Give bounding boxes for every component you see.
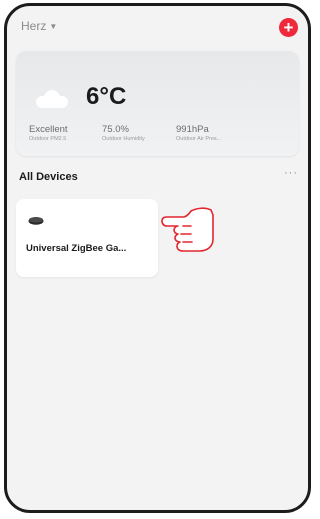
- temperature: 6°C: [86, 83, 127, 110]
- top-bar: Herz ▼ +: [7, 6, 308, 46]
- add-device-button[interactable]: +: [279, 18, 298, 37]
- device-card[interactable]: Universal ZigBee Ga...: [16, 199, 158, 277]
- home-selector[interactable]: Herz ▼: [21, 19, 57, 33]
- stat-value: Excellent: [29, 124, 68, 135]
- stat-air-pressure: 991hPa Outdoor Air Pres...: [176, 124, 221, 142]
- more-options-button[interactable]: ···: [284, 167, 298, 179]
- stat-value: 991hPa: [176, 124, 209, 135]
- stat-label: Outdoor PM2.5: [29, 136, 67, 142]
- home-name: Herz: [21, 19, 47, 33]
- cloud-icon: [36, 90, 68, 108]
- weather-card[interactable]: 6°C Excellent Outdoor PM2.5 75.0% Outdoo…: [16, 51, 299, 156]
- stat-label: Outdoor Humidity: [102, 136, 145, 142]
- section-title: All Devices: [19, 171, 78, 183]
- caret-down-icon: ▼: [49, 22, 58, 31]
- device-name: Universal ZigBee Ga...: [26, 243, 127, 254]
- pointing-hand-icon: [161, 207, 214, 252]
- zigbee-hub-icon: [28, 217, 44, 225]
- stat-pm25: Excellent Outdoor PM2.5: [29, 124, 68, 142]
- stat-humidity: 75.0% Outdoor Humidity: [102, 124, 145, 142]
- stat-label: Outdoor Air Pres...: [176, 136, 222, 142]
- stat-value: 75.0%: [102, 124, 129, 135]
- phone-frame: Herz ▼ + 6°C Excellent Outdoor PM2.5 75.0…: [4, 3, 311, 513]
